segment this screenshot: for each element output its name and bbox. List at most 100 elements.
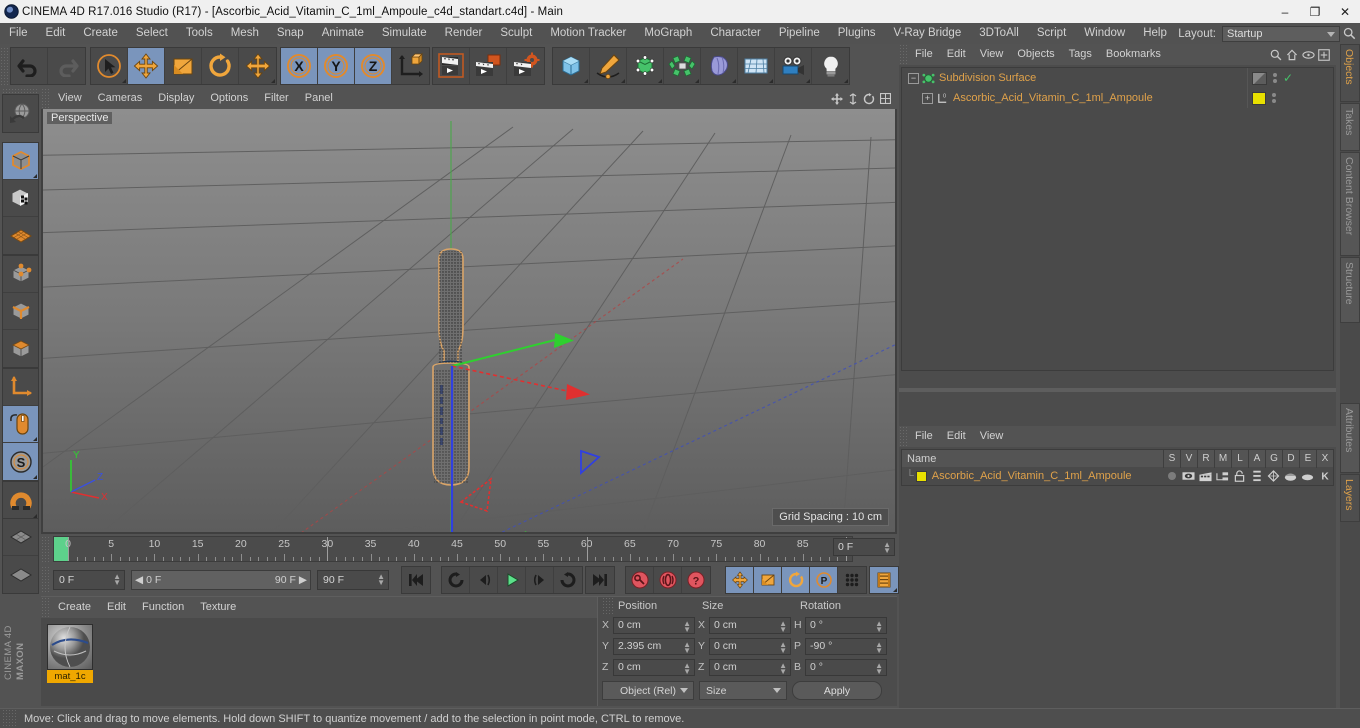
edges-mode-icon[interactable]: [3, 293, 38, 330]
step-forward-icon[interactable]: [526, 567, 554, 593]
camera-icon[interactable]: [775, 48, 812, 84]
object-menu-tags[interactable]: Tags: [1062, 44, 1099, 65]
layer-menu-view[interactable]: View: [973, 426, 1011, 447]
layer-col-e[interactable]: E: [1299, 449, 1316, 468]
viewport-menu-panel[interactable]: Panel: [297, 88, 341, 109]
vtab-content-browser[interactable]: Content Browser: [1340, 152, 1360, 256]
vtab-objects[interactable]: Objects: [1340, 44, 1360, 102]
position-z-field[interactable]: 0 cm ▲ ▼: [613, 658, 695, 676]
layer-deformer-icon[interactable]: [1282, 471, 1299, 482]
layer-col-g[interactable]: G: [1265, 449, 1282, 468]
world-coordinates-icon[interactable]: [392, 48, 429, 84]
layer-menu-edit[interactable]: Edit: [940, 426, 973, 447]
material-item[interactable]: mat_1c: [47, 624, 93, 683]
position-y-field[interactable]: 2.395 cm ▲ ▼: [613, 637, 695, 655]
preview-end-field[interactable]: 90 F ▲ ▼: [317, 570, 389, 590]
undo-icon[interactable]: [11, 48, 48, 84]
minimize-button[interactable]: –: [1270, 0, 1300, 23]
material-menu-texture[interactable]: Texture: [192, 597, 244, 618]
object-menu-bookmarks[interactable]: Bookmarks: [1099, 44, 1168, 65]
menu-motion-tracker[interactable]: Motion Tracker: [541, 23, 635, 44]
generator-icon[interactable]: [627, 48, 664, 84]
menu-plugins[interactable]: Plugins: [829, 23, 885, 44]
size-mode-dropdown[interactable]: Size: [699, 681, 787, 700]
toolbar-grip[interactable]: [0, 47, 9, 85]
deformer-icon[interactable]: [664, 48, 701, 84]
layer-menu-file[interactable]: File: [908, 426, 940, 447]
material-tag-icon[interactable]: [1252, 91, 1266, 105]
search-icon[interactable]: [1268, 46, 1284, 64]
layer-row[interactable]: └ Ascorbic_Acid_Vitamin_C_1ml_Ampoule K: [901, 467, 1334, 486]
range-right-arrow-icon[interactable]: ▶: [299, 574, 307, 586]
menu-3dtoall[interactable]: 3DToAll: [970, 23, 1028, 44]
material-menu-edit[interactable]: Edit: [99, 597, 134, 618]
light-icon[interactable]: [812, 48, 849, 84]
environment-icon[interactable]: [738, 48, 775, 84]
subdivision-tag-icon[interactable]: [1252, 71, 1267, 85]
key-rotation-icon[interactable]: [782, 567, 810, 593]
frame-range-bar[interactable]: ◀ 0 F 90 F ▶: [131, 570, 311, 590]
menu-script[interactable]: Script: [1028, 23, 1075, 44]
visibility-dots-icon[interactable]: [1273, 73, 1277, 83]
maximize-button[interactable]: ❐: [1300, 0, 1330, 23]
spline-pen-icon[interactable]: [590, 48, 627, 84]
layer-visible-icon[interactable]: [1180, 471, 1197, 481]
spinner-icon[interactable]: ▲ ▼: [779, 619, 787, 633]
menu-vray-bridge[interactable]: V-Ray Bridge: [884, 23, 970, 44]
material-list[interactable]: mat_1c: [41, 618, 597, 706]
spinner-icon[interactable]: ▲ ▼: [683, 640, 691, 654]
layer-generator-icon[interactable]: [1265, 470, 1282, 482]
object-menu-file[interactable]: File: [908, 44, 940, 65]
key-parameter-icon[interactable]: [838, 567, 866, 593]
go-to-end-icon[interactable]: [586, 567, 614, 593]
current-frame-field[interactable]: 0 F ▲ ▼: [53, 570, 125, 590]
rotation-b-field[interactable]: 0 ° ▲ ▼: [805, 658, 887, 676]
layer-render-icon[interactable]: [1197, 471, 1214, 482]
position-x-field[interactable]: 0 cm ▲ ▼: [613, 616, 695, 634]
menu-mograph[interactable]: MoGraph: [635, 23, 701, 44]
viewport-solo-icon[interactable]: [3, 406, 38, 443]
key-pla-icon[interactable]: P: [810, 567, 838, 593]
layer-manager-icon[interactable]: [1214, 471, 1231, 482]
vtab-layers[interactable]: Layers: [1340, 474, 1360, 522]
object-row-subdivision-surface[interactable]: − Subdivision Surface ✓: [902, 68, 1333, 88]
layer-col-r[interactable]: R: [1197, 449, 1214, 468]
spinner-icon[interactable]: ▲ ▼: [779, 640, 787, 654]
go-to-start-icon[interactable]: [402, 567, 430, 593]
key-position-icon[interactable]: [726, 567, 754, 593]
layer-manager-grip[interactable]: [899, 426, 908, 447]
transport-grip[interactable]: [41, 566, 51, 594]
points-mode-icon[interactable]: [3, 256, 38, 293]
vtab-attributes[interactable]: Attributes: [1340, 403, 1360, 473]
undo-view-icon[interactable]: [3, 95, 38, 132]
select-cursor-icon[interactable]: [91, 48, 128, 84]
viewport-menu-cameras[interactable]: Cameras: [90, 88, 151, 109]
viewport-move-icon[interactable]: [829, 90, 845, 108]
layer-color-swatch[interactable]: [915, 470, 927, 482]
layer-expression-icon[interactable]: [1299, 472, 1316, 481]
range-left-arrow-icon[interactable]: ◀: [135, 574, 143, 586]
home-icon[interactable]: [1284, 46, 1300, 64]
layer-solo-icon[interactable]: [1163, 472, 1180, 480]
timeline-grip[interactable]: [41, 536, 51, 562]
autokey-icon[interactable]: [654, 567, 682, 593]
spinner-icon[interactable]: ▲ ▼: [683, 661, 691, 675]
material-grip[interactable]: [41, 597, 50, 618]
texture-mode-icon[interactable]: [3, 180, 38, 217]
record-key-icon[interactable]: [626, 567, 654, 593]
spinner-icon[interactable]: ▲ ▼: [883, 541, 891, 555]
menu-pipeline[interactable]: Pipeline: [770, 23, 829, 44]
layer-col-v[interactable]: V: [1180, 449, 1197, 468]
viewport-maximize-icon[interactable]: [877, 90, 893, 108]
expand-collapse-icon[interactable]: +: [922, 92, 933, 104]
coordinate-mode-dropdown[interactable]: Object (Rel): [602, 681, 694, 700]
menu-mesh[interactable]: Mesh: [222, 23, 268, 44]
layer-col-a[interactable]: A: [1248, 449, 1265, 468]
menu-select[interactable]: Select: [127, 23, 177, 44]
step-back-icon[interactable]: [470, 567, 498, 593]
layer-col-d[interactable]: D: [1282, 449, 1299, 468]
layer-col-s[interactable]: S: [1163, 449, 1180, 468]
menu-sculpt[interactable]: Sculpt: [491, 23, 541, 44]
spinner-icon[interactable]: ▲ ▼: [779, 661, 787, 675]
x-axis-icon[interactable]: X: [281, 48, 318, 84]
